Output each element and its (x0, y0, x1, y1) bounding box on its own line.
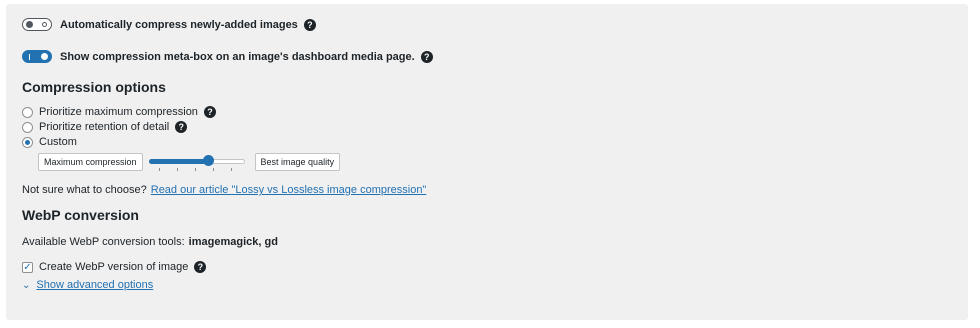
radio-retain-detail[interactable]: Prioritize retention of detail ? (22, 121, 188, 133)
chevron-down-icon: ⌄ (22, 279, 31, 291)
toggle-off-indicator (42, 22, 47, 27)
checkmark-icon[interactable]: ✓ (22, 261, 33, 273)
slider-tick (176, 168, 178, 171)
create-webp-label: Create WebP version of image (39, 261, 189, 273)
toggle-knob (26, 21, 33, 28)
slider-right-label: Best image quality (254, 153, 341, 171)
help-icon[interactable]: ? (194, 261, 207, 273)
toggle-on-indicator (29, 54, 30, 60)
settings-panel: Automatically compress newly-added image… (6, 4, 968, 320)
slider-tick (230, 168, 232, 171)
slider-tick (194, 168, 196, 171)
radio-custom[interactable]: Custom (22, 136, 77, 148)
radio-button[interactable] (22, 106, 33, 118)
slider-tick (158, 168, 160, 171)
radio-label: Custom (39, 136, 77, 148)
help-icon[interactable]: ? (303, 18, 316, 31)
auto-compress-toggle[interactable] (22, 18, 52, 31)
webp-tools-value: imagemagick, gd (188, 236, 278, 248)
radio-label: Prioritize retention of detail (39, 121, 170, 133)
slider-thumb[interactable] (203, 155, 215, 166)
auto-compress-row: Automatically compress newly-added image… (22, 18, 316, 31)
compression-heading: Compression options (22, 79, 166, 95)
webp-tools-label: Available WebP conversion tools: (22, 236, 185, 248)
help-icon[interactable]: ? (420, 50, 433, 63)
help-icon[interactable]: ? (203, 106, 216, 118)
quality-slider[interactable] (148, 155, 249, 171)
slider-tick (212, 168, 214, 171)
advanced-options-link[interactable]: Show advanced options (36, 279, 153, 291)
note-text: Not sure what to choose? (22, 184, 147, 196)
auto-compress-label: Automatically compress newly-added image… (60, 18, 298, 31)
meta-box-row: Show compression meta-box on an image's … (22, 50, 433, 63)
advanced-options-toggle[interactable]: ⌄ Show advanced options (22, 279, 153, 291)
create-webp-row[interactable]: ✓ Create WebP version of image ? (22, 261, 207, 273)
radio-label: Prioritize maximum compression (39, 106, 198, 118)
quality-slider-row: Maximum compression Best image quality (38, 153, 341, 171)
help-note: Not sure what to choose? Read our articl… (22, 184, 426, 196)
toggle-knob (41, 53, 48, 60)
lossy-article-link[interactable]: Read our article "Lossy vs Lossless imag… (151, 184, 427, 196)
slider-fill (148, 159, 209, 164)
help-icon[interactable]: ? (175, 121, 188, 133)
meta-box-label: Show compression meta-box on an image's … (60, 50, 415, 63)
radio-max-compression[interactable]: Prioritize maximum compression ? (22, 106, 216, 118)
webp-heading: WebP conversion (22, 207, 139, 223)
radio-button[interactable] (22, 136, 33, 148)
webp-tools-row: Available WebP conversion tools: imagema… (22, 236, 278, 248)
meta-box-toggle[interactable] (22, 50, 52, 63)
radio-button[interactable] (22, 121, 33, 133)
slider-left-label: Maximum compression (38, 153, 143, 171)
